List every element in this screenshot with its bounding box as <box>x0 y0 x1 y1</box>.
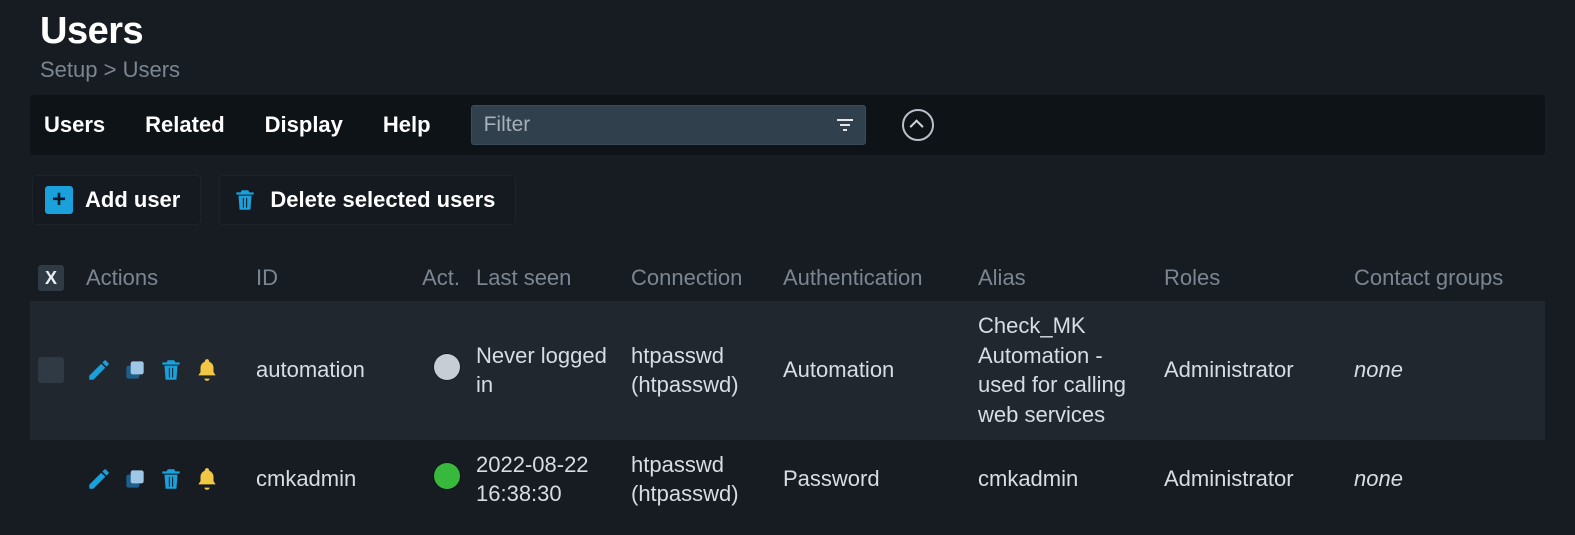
users-table: X Actions ID Act. Last seen Connection A… <box>30 255 1545 519</box>
table-row: cmkadmin 2022-08-22 16:38:30 htpasswd (h… <box>30 440 1545 519</box>
table-row: automation Never logged in htpasswd (htp… <box>30 301 1545 440</box>
add-user-button[interactable]: Add user <box>32 175 201 225</box>
delete-selected-button[interactable]: Delete selected users <box>219 175 516 225</box>
menu-users[interactable]: Users <box>44 112 105 138</box>
edit-icon[interactable] <box>86 357 112 383</box>
chevron-up-icon <box>909 119 923 133</box>
filter-input[interactable] <box>484 113 837 137</box>
status-dot <box>434 463 460 489</box>
add-user-label: Add user <box>85 187 180 213</box>
edit-icon[interactable] <box>86 466 112 492</box>
col-header-roles[interactable]: Roles <box>1156 255 1346 301</box>
notify-icon[interactable] <box>194 357 220 383</box>
col-header-last-seen[interactable]: Last seen <box>468 255 623 301</box>
clone-icon[interactable] <box>122 357 148 383</box>
col-header-id[interactable]: ID <box>248 255 410 301</box>
cell-connection: htpasswd (htpasswd) <box>623 301 775 440</box>
delete-selected-label: Delete selected users <box>270 187 495 213</box>
cell-alias: cmkadmin <box>970 440 1156 519</box>
plus-icon <box>45 186 73 214</box>
col-header-contact-groups[interactable]: Contact groups <box>1346 255 1545 301</box>
notify-icon[interactable] <box>194 466 220 492</box>
clone-icon[interactable] <box>122 466 148 492</box>
trash-icon <box>232 186 258 214</box>
menu-display[interactable]: Display <box>265 112 343 138</box>
col-header-act[interactable]: Act. <box>410 255 468 301</box>
delete-icon[interactable] <box>158 466 184 492</box>
col-header-connection[interactable]: Connection <box>623 255 775 301</box>
cell-authentication: Password <box>775 440 970 519</box>
breadcrumb: Setup > Users <box>40 57 1535 83</box>
delete-icon[interactable] <box>158 357 184 383</box>
col-header-authentication[interactable]: Authentication <box>775 255 970 301</box>
row-checkbox[interactable] <box>38 357 64 383</box>
page-title: Users <box>40 10 1535 53</box>
cell-id: automation <box>248 301 410 440</box>
col-header-actions[interactable]: Actions <box>78 255 248 301</box>
filter-box[interactable] <box>471 105 866 145</box>
col-header-alias[interactable]: Alias <box>970 255 1156 301</box>
select-all-checkbox[interactable]: X <box>38 265 64 291</box>
cell-contact-groups: none <box>1354 357 1403 382</box>
cell-connection: htpasswd (htpasswd) <box>623 440 775 519</box>
menu-related[interactable]: Related <box>145 112 224 138</box>
status-dot <box>434 354 460 380</box>
menu-bar: Users Related Display Help <box>30 95 1545 155</box>
cell-roles: Administrator <box>1156 301 1346 440</box>
cell-roles: Administrator <box>1156 440 1346 519</box>
menu-help[interactable]: Help <box>383 112 431 138</box>
cell-id: cmkadmin <box>248 440 410 519</box>
cell-contact-groups: none <box>1354 466 1403 491</box>
cell-last-seen: Never logged in <box>468 301 623 440</box>
filter-icon <box>837 119 853 131</box>
collapse-button[interactable] <box>902 109 934 141</box>
cell-authentication: Automation <box>775 301 970 440</box>
cell-last-seen: 2022-08-22 16:38:30 <box>468 440 623 519</box>
cell-alias: Check_MK Automation - used for calling w… <box>970 301 1156 440</box>
